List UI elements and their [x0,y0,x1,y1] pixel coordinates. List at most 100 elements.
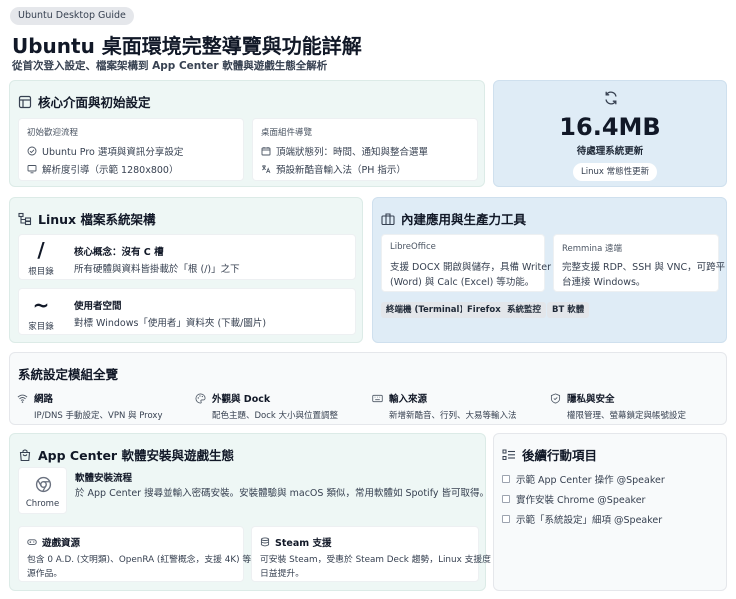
wifi-icon [17,394,28,403]
layout-icon [18,95,32,109]
update-size: 16.4MB [559,113,661,141]
desktop-box: 桌面組件導覽 頂端狀態列：時間、通知與整合選單 預設新酷音輸入法（PH 指示） [252,118,478,181]
games-box: 遊戲資源 包含 0 A.D. (文明類)、OpenRA (紅警概念，支援 4K)… [18,526,260,582]
app-chip-terminal[interactable]: 終端機 (Terminal) [381,302,469,318]
filesystem-card: Linux 檔案系統架構 / 根目錄 核心概念：沒有 C 槽 所有硬體與資料皆掛… [9,197,363,343]
app-chip-firefox[interactable]: Firefox [462,302,506,318]
monitor-icon [27,165,37,174]
desktop-item: 頂端狀態列：時間、通知與整合選單 [261,144,428,158]
libreoffice-desc: (Word) 與 Calc (Excel) 等功能。 [390,277,535,288]
followup-item-text: 示範「系統設定」細項 @Speaker [516,515,663,526]
filesystem-card-header: Linux 檔案系統架構 [18,209,155,228]
libreoffice-desc: 支援 DOCX 開啟與儲存，具備 Writer [390,262,551,273]
checkbox[interactable] [502,475,510,483]
settings-module-appearance[interactable]: 外觀與 Dock 配色主題、Dock 大小與位置調整 [195,391,338,421]
keyboard-icon [372,394,383,402]
briefcase-icon [381,212,395,226]
apps-card: 內建應用與生產力工具 LibreOffice 支援 DOCX 開啟與儲存，具備 … [372,197,727,343]
check-circle-icon [27,146,37,156]
home-symbol: ~ [32,293,50,317]
settings-module-privacy[interactable]: 隱私與安全 權限管理、螢幕鎖定與帳號設定 [550,391,686,421]
root-dir-row: / 根目錄 核心概念：沒有 C 槽 所有硬體與資料皆掛載於「根 (/)」之下 [18,234,356,280]
steam-heading-text: Steam 支援 [275,538,332,549]
settings-module-network[interactable]: 網路 IP/DNS 手動設定、VPN 與 Proxy [17,391,162,421]
appearance-title: 外觀與 Dock [212,394,271,405]
followup-item-text: 實作安裝 Chrome @Speaker [516,495,646,506]
libreoffice-label: LibreOffice [390,242,436,252]
calendar-icon [261,147,271,156]
privacy-desc: 權限管理、螢幕鎖定與帳號設定 [567,411,687,421]
page: Ubuntu Desktop Guide Ubuntu 桌面環境完整導覽與功能詳… [0,0,736,599]
page-subtitle: 從首次登入設定、檔案架構到 App Center 軟體與遊戲生態全解析 [12,60,328,72]
root-symbol: / [37,238,45,262]
settings-card-header: 系統設定模組全覽 [18,364,118,383]
network-desc: IP/DNS 手動設定、VPN 與 Proxy [34,411,163,421]
desktop-item: 預設新酷音輸入法（PH 指示） [261,162,406,176]
gamepad-icon [27,539,37,545]
followup-item[interactable]: 示範「系統設定」細項 @Speaker [502,512,662,526]
libreoffice-box: LibreOffice 支援 DOCX 開啟與儲存，具備 Writer (Wor… [381,234,551,292]
remmina-desc: 台連接 Windows。 [562,277,646,288]
steam-box: Steam 支援 可安裝 Steam，受惠於 Steam Deck 趨勢，Lin… [251,526,491,582]
shield-icon [550,392,561,404]
home-dir-row: ~ 家目錄 使用者空間 對標 Windows「使用者」資料夾 (下載/圖片) [18,288,356,335]
chrome-label: Chrome [25,499,60,509]
page-title: Ubuntu 桌面環境完整導覽與功能詳解 [12,34,362,58]
checkbox[interactable] [502,515,510,523]
language-icon [262,165,271,174]
games-desc: 包含 0 A.D. (文明類)、OpenRA (紅警概念，支援 4K) 等開 [27,555,260,565]
guide-tag: Ubuntu Desktop Guide [10,7,134,25]
refresh-icon [603,90,619,106]
games-heading-text: 遊戲資源 [42,538,81,549]
core-card-header: 核心介面與初始設定 [18,92,151,111]
welcome-label: 初始歡迎流程 [27,128,79,138]
welcome-item: Ubuntu Pro 選項與資訊分享設定 [27,144,183,158]
followup-item-text: 示範 App Center 操作 @Speaker [516,475,665,486]
steam-desc: 可安裝 Steam，受惠於 Steam Deck 趨勢，Linux 支援度 [260,555,491,565]
database-icon [260,537,270,547]
app-chip-bt[interactable]: BT 軟體 [547,302,590,318]
input-title: 輸入來源 [389,394,428,405]
core-card: 核心介面與初始設定 初始歡迎流程 Ubuntu Pro 選項與資訊分享設定 解析… [9,80,485,187]
apps-card-header: 內建應用與生產力工具 [381,209,526,228]
steam-heading: Steam 支援 [260,535,331,549]
remmina-label: Remmina 遠端 [562,244,622,254]
root-desc: 所有硬體與資料皆掛載於「根 (/)」之下 [74,264,240,275]
chrome-tile[interactable]: Chrome [18,467,67,514]
followup-item[interactable]: 示範 App Center 操作 @Speaker [502,472,665,486]
apps-card-title: 內建應用與生產力工具 [401,212,527,227]
desktop-item-text: 預設新酷音輸入法（PH 指示） [276,165,406,176]
update-pill: Linux 常態性更新 [573,163,658,181]
remmina-box: Remmina 遠端 完整支援 RDP、SSH 與 VNC，可跨平 台連接 Wi… [553,234,725,292]
core-card-title: 核心介面與初始設定 [38,95,151,110]
filesystem-card-title: Linux 檔案系統架構 [38,212,156,227]
welcome-item-text: 解析度引導（示範 1280x800） [42,165,179,176]
desktop-item-text: 頂端狀態列：時間、通知與整合選單 [276,147,429,158]
privacy-title: 隱私與安全 [567,394,615,405]
games-heading: 遊戲資源 [27,535,80,549]
settings-card-title: 系統設定模組全覽 [18,367,119,382]
remmina-desc: 完整支援 RDP、SSH 與 VNC，可跨平 [562,262,726,273]
welcome-item-text: Ubuntu Pro 選項與資訊分享設定 [42,147,184,158]
followup-card-header: 後續行動項目 [502,445,597,464]
settings-module-input[interactable]: 輸入來源 新增新酷音、行列、大易等輸入法 [372,391,517,421]
followup-card-title: 後續行動項目 [522,448,598,463]
network-title: 網路 [34,394,54,405]
install-desc: 於 App Center 搜尋並輸入密碼安裝。安裝體驗與 macOS 類似，常用… [75,488,490,499]
followup-card: 後續行動項目 示範 App Center 操作 @Speaker 實作安裝 Ch… [493,433,727,591]
followup-item[interactable]: 實作安裝 Chrome @Speaker [502,492,645,506]
input-desc: 新增新酷音、行列、大易等輸入法 [389,411,517,421]
checkbox[interactable] [502,495,510,503]
palette-icon [195,393,206,403]
welcome-item: 解析度引導（示範 1280x800） [27,162,178,176]
home-heading: 使用者空間 [74,301,122,312]
app-chip-monitor[interactable]: 系統監控 [502,302,547,318]
root-heading: 核心概念：沒有 C 槽 [74,247,164,258]
home-desc: 對標 Windows「使用者」資料夾 (下載/圖片) [74,318,267,329]
chrome-icon [35,476,52,493]
update-label: 待處理系統更新 [576,146,644,157]
settings-card: 系統設定模組全覽 網路 IP/DNS 手動設定、VPN 與 Proxy 外觀與 … [9,352,727,425]
updates-card: 16.4MB 待處理系統更新 Linux 常態性更新 [493,80,727,187]
welcome-box: 初始歡迎流程 Ubuntu Pro 選項與資訊分享設定 解析度引導（示範 128… [18,118,244,181]
steam-desc: 日益提升。 [260,569,304,579]
